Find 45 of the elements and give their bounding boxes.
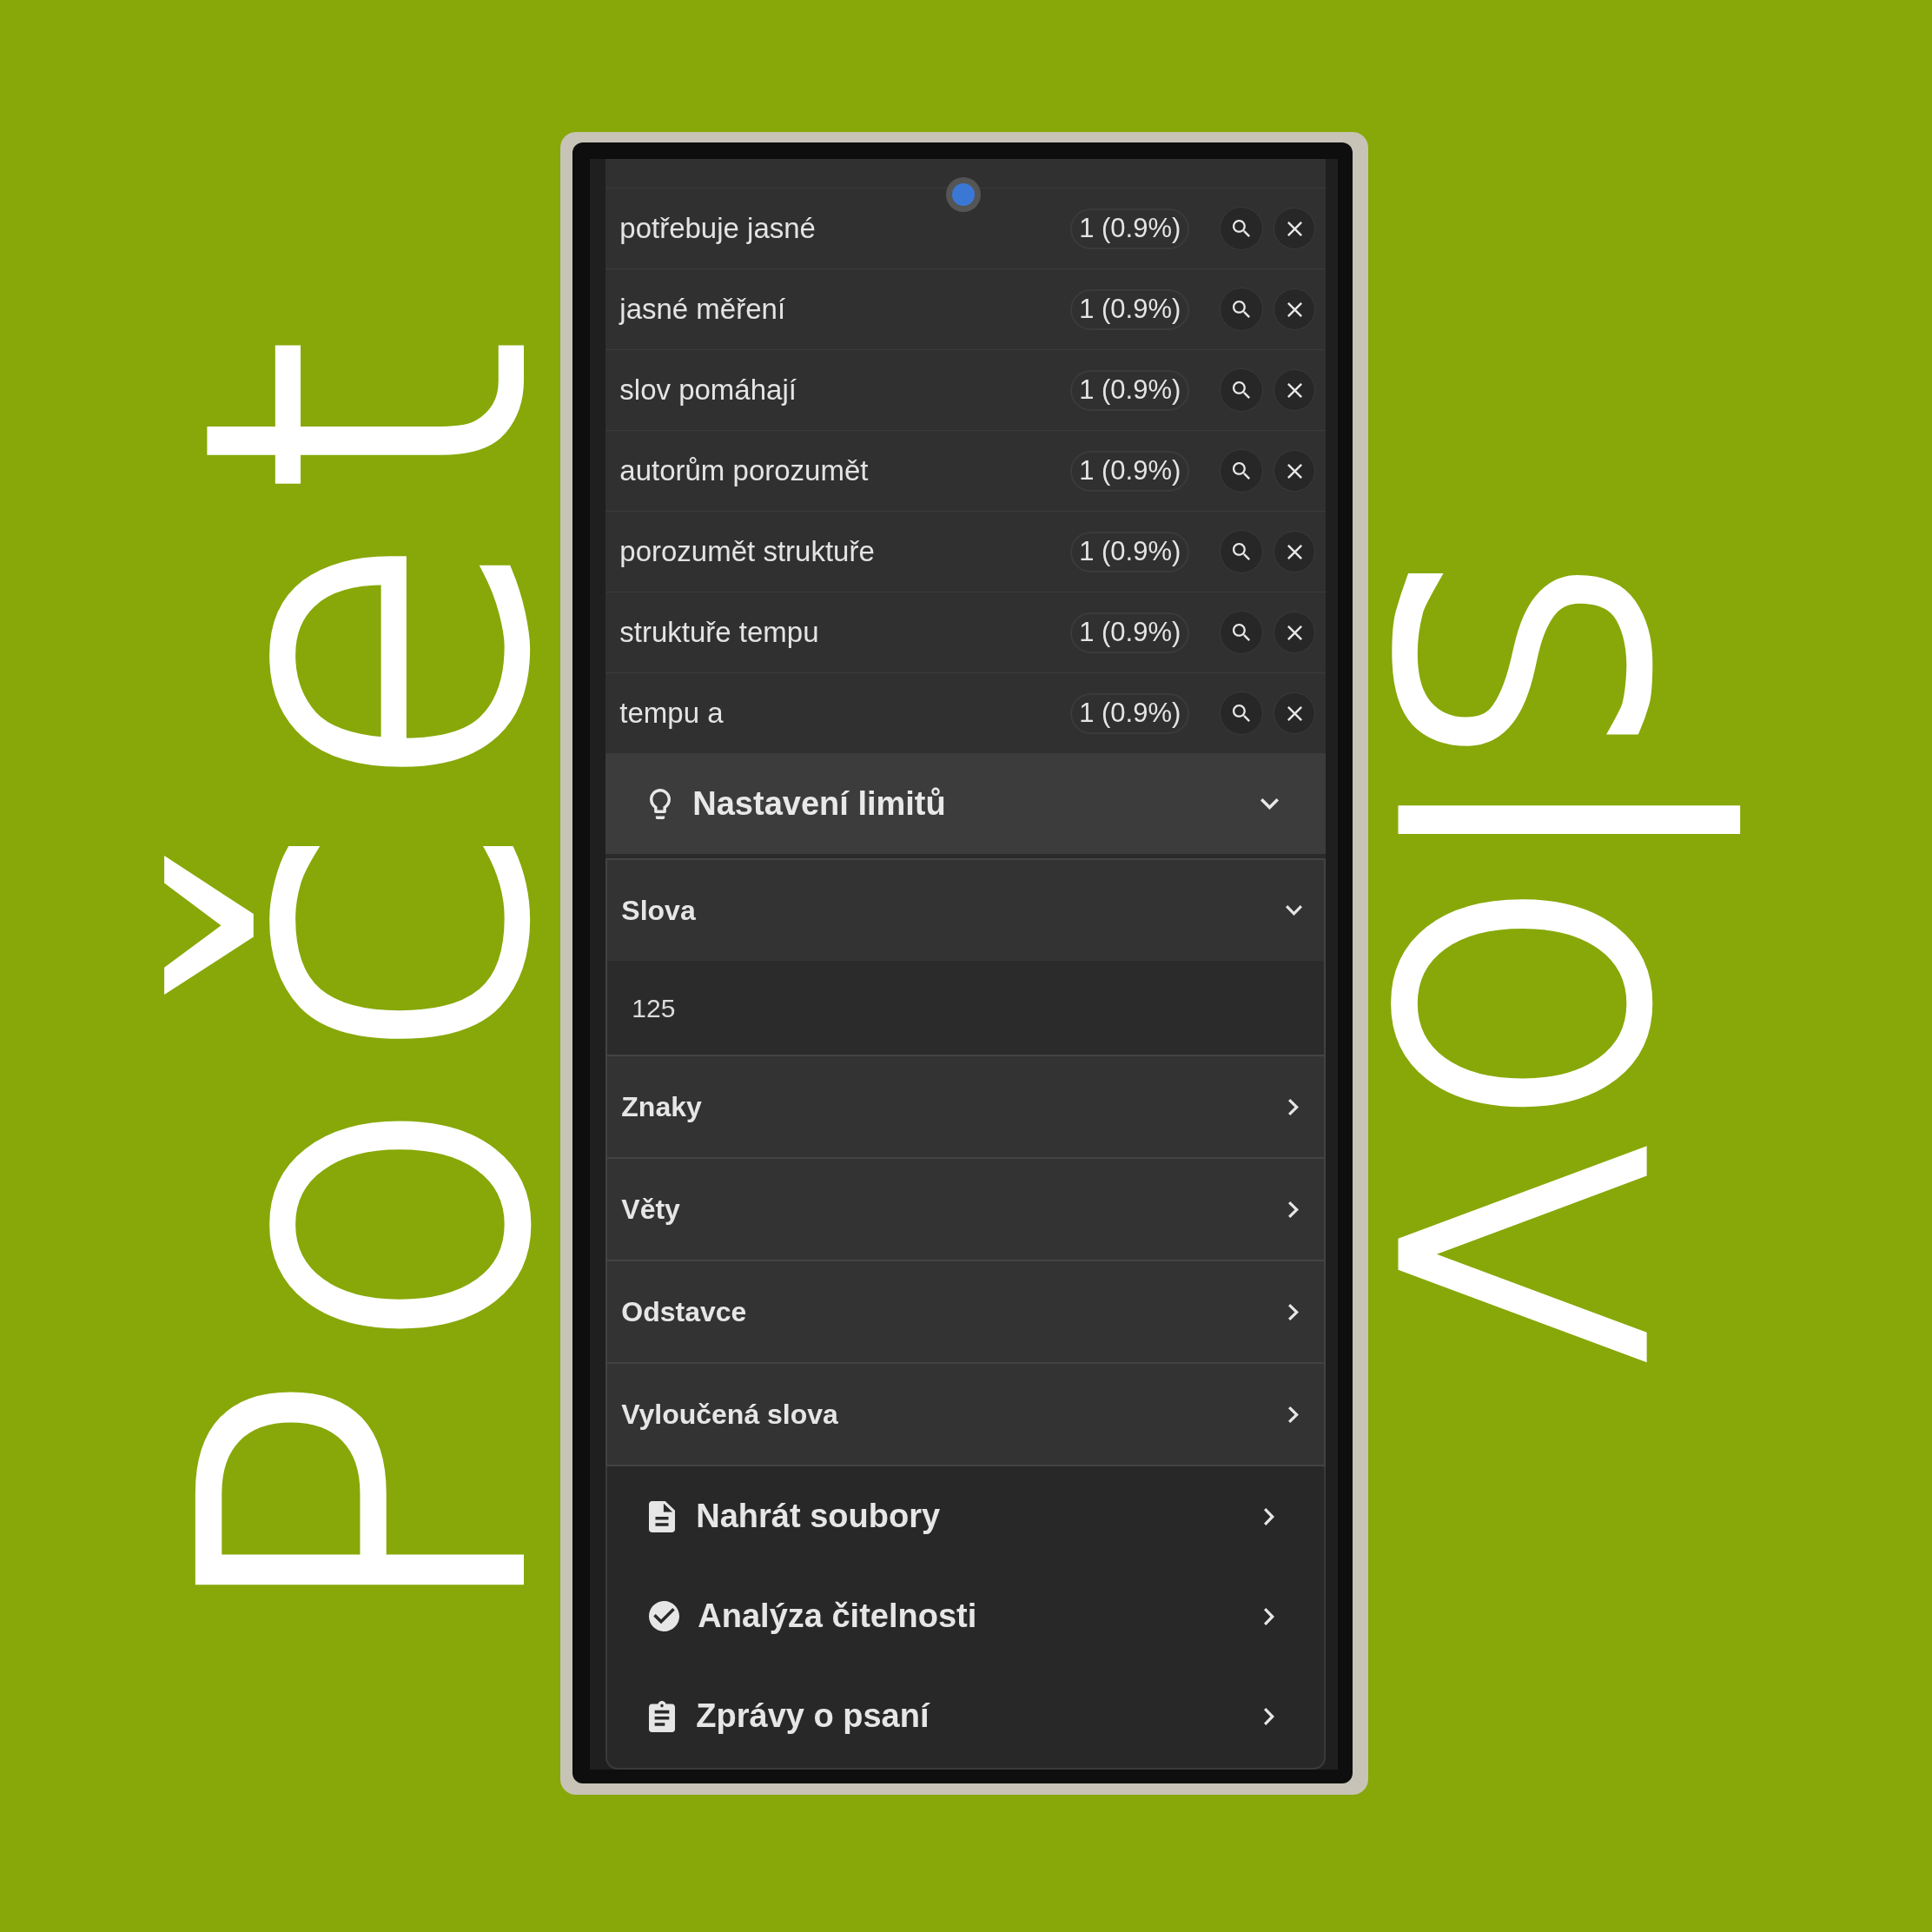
search-icon bbox=[1233, 301, 1251, 318]
chevron-right-icon bbox=[1264, 1507, 1275, 1525]
lightbulb-icon bbox=[650, 789, 672, 819]
menu-item[interactable]: Nahrát soubory bbox=[607, 1466, 1325, 1566]
menu-item[interactable]: Analýza čitelnosti bbox=[607, 1566, 1325, 1666]
phrase-text: tempu a bbox=[619, 696, 724, 731]
close-icon bbox=[1287, 463, 1302, 479]
count-badge: 1 (0.9%) bbox=[1070, 531, 1190, 572]
search-icon bbox=[1233, 624, 1251, 641]
search-icon bbox=[1233, 705, 1251, 722]
count-badge: 1 (0.9%) bbox=[1070, 288, 1190, 330]
chevron-right-icon bbox=[1264, 1607, 1275, 1625]
close-icon bbox=[1287, 544, 1302, 559]
headline-text: slov bbox=[1370, 545, 1751, 1373]
count-badge: 1 (0.9%) bbox=[1070, 692, 1190, 734]
search-icon bbox=[1233, 381, 1251, 399]
search-icon bbox=[1233, 220, 1251, 237]
search-icon bbox=[1233, 462, 1251, 480]
count-badge: 1 (0.9%) bbox=[1070, 369, 1190, 411]
close-icon bbox=[1287, 625, 1302, 640]
accordion-header[interactable]: Odstavce bbox=[607, 1261, 1325, 1362]
clipboard-icon bbox=[649, 1700, 676, 1732]
phrase-text: slov pomáhají bbox=[619, 373, 797, 408]
limits-header[interactable]: Nastavení limitů bbox=[605, 754, 1327, 854]
close-icon bbox=[1287, 705, 1302, 721]
search-icon bbox=[1233, 543, 1251, 560]
headline-text: Počet bbox=[158, 303, 557, 1634]
count-badge: 1 (0.9%) bbox=[1070, 612, 1190, 653]
close-icon bbox=[1287, 221, 1302, 236]
menu-item[interactable]: Zprávy o psaní bbox=[607, 1666, 1325, 1766]
accordion-header[interactable]: Věty bbox=[607, 1159, 1325, 1260]
chevron-right-icon bbox=[1264, 1707, 1275, 1725]
document-icon bbox=[649, 1500, 676, 1532]
accordion-header[interactable]: Znaky bbox=[607, 1056, 1325, 1157]
phrase-text: potřebuje jasné bbox=[619, 211, 817, 247]
phrase-text: porozumět struktuře bbox=[619, 534, 876, 570]
phrase-text: jasné měření bbox=[619, 292, 787, 328]
count-badge: 1 (0.9%) bbox=[1070, 450, 1190, 492]
close-icon bbox=[1287, 301, 1302, 317]
count-badge: 1 (0.9%) bbox=[1070, 208, 1190, 249]
phrase-text: autorům porozumět bbox=[619, 453, 870, 489]
phrase-text: struktuře tempu bbox=[619, 615, 820, 651]
accordion-header[interactable]: Slova bbox=[607, 860, 1325, 961]
accordion-header[interactable]: Vyloučená slova bbox=[607, 1364, 1325, 1465]
close-icon bbox=[1287, 382, 1302, 398]
